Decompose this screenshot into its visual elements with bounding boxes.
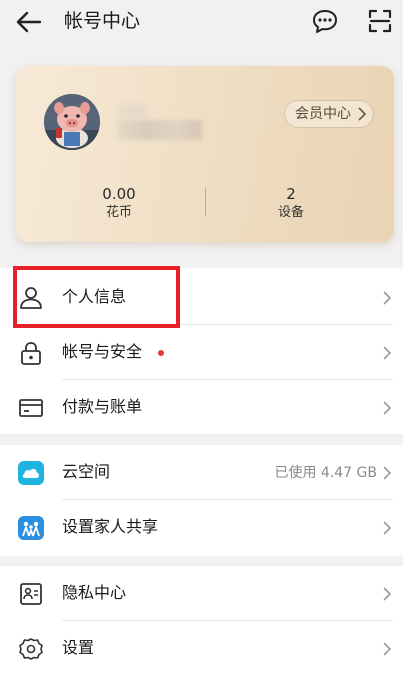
chevron-right-icon xyxy=(383,642,392,656)
coins-value: 0.00 xyxy=(102,185,136,203)
chevron-right-icon xyxy=(383,291,392,305)
menu-item-account-security[interactable]: 帐号与安全 xyxy=(0,325,403,380)
devices-stat[interactable]: 2 设备 xyxy=(196,184,386,222)
page-title: 帐号中心 xyxy=(64,10,141,32)
chevron-right-icon xyxy=(383,521,392,535)
menu-item-settings[interactable]: 设置 xyxy=(0,621,403,676)
services-group: 云空间 已使用 4.47 GB 设置家人共享 xyxy=(0,445,403,556)
lock-icon xyxy=(21,342,41,365)
username-blurred xyxy=(118,120,202,140)
pig-avatar-icon xyxy=(44,94,100,150)
privacy-icon xyxy=(20,583,42,605)
cloud-icon xyxy=(18,461,44,485)
chat-bubble-icon xyxy=(313,10,337,33)
family-icon xyxy=(18,516,44,540)
scan-button[interactable] xyxy=(366,7,394,35)
arrow-left-icon xyxy=(16,11,42,33)
payment-label: 付款与账单 xyxy=(62,397,143,416)
username-blurred-top xyxy=(118,104,148,118)
highlight-box xyxy=(13,266,180,328)
gear-icon xyxy=(19,638,43,660)
scan-icon xyxy=(368,9,392,33)
menu-item-privacy[interactable]: 隐私中心 xyxy=(0,566,403,621)
notification-dot xyxy=(158,350,164,356)
chevron-right-icon xyxy=(358,107,367,121)
privacy-label: 隐私中心 xyxy=(62,583,127,602)
account-security-label: 帐号与安全 xyxy=(62,342,143,361)
top-bar: 帐号中心 xyxy=(0,0,403,44)
card-icon xyxy=(19,399,43,417)
avatar[interactable] xyxy=(44,94,100,150)
cloud-usage: 已使用 4.47 GB xyxy=(274,465,377,481)
chevron-right-icon xyxy=(383,587,392,601)
menu-item-family-sharing[interactable]: 设置家人共享 xyxy=(0,500,403,555)
coins-label: 花币 xyxy=(105,205,132,220)
cloud-label: 云空间 xyxy=(62,462,111,481)
chat-button[interactable] xyxy=(311,7,339,35)
family-sharing-label: 设置家人共享 xyxy=(62,517,159,536)
devices-label: 设备 xyxy=(277,205,304,220)
devices-value: 2 xyxy=(286,185,296,203)
member-center-button[interactable]: 会员中心 xyxy=(284,100,374,128)
coins-stat[interactable]: 0.00 花币 xyxy=(24,184,214,222)
profile-card[interactable]: 会员中心 0.00 花币 2 设备 xyxy=(16,66,394,242)
back-button[interactable] xyxy=(14,8,44,36)
settings-label: 设置 xyxy=(62,638,95,657)
chevron-right-icon xyxy=(383,346,392,360)
menu-item-cloud[interactable]: 云空间 已使用 4.47 GB xyxy=(0,445,403,500)
privacy-settings-group: 隐私中心 设置 xyxy=(0,566,403,681)
menu-item-payment[interactable]: 付款与账单 xyxy=(0,380,403,435)
chevron-right-icon xyxy=(383,466,392,480)
member-center-label: 会员中心 xyxy=(295,106,351,122)
chevron-right-icon xyxy=(383,401,392,415)
